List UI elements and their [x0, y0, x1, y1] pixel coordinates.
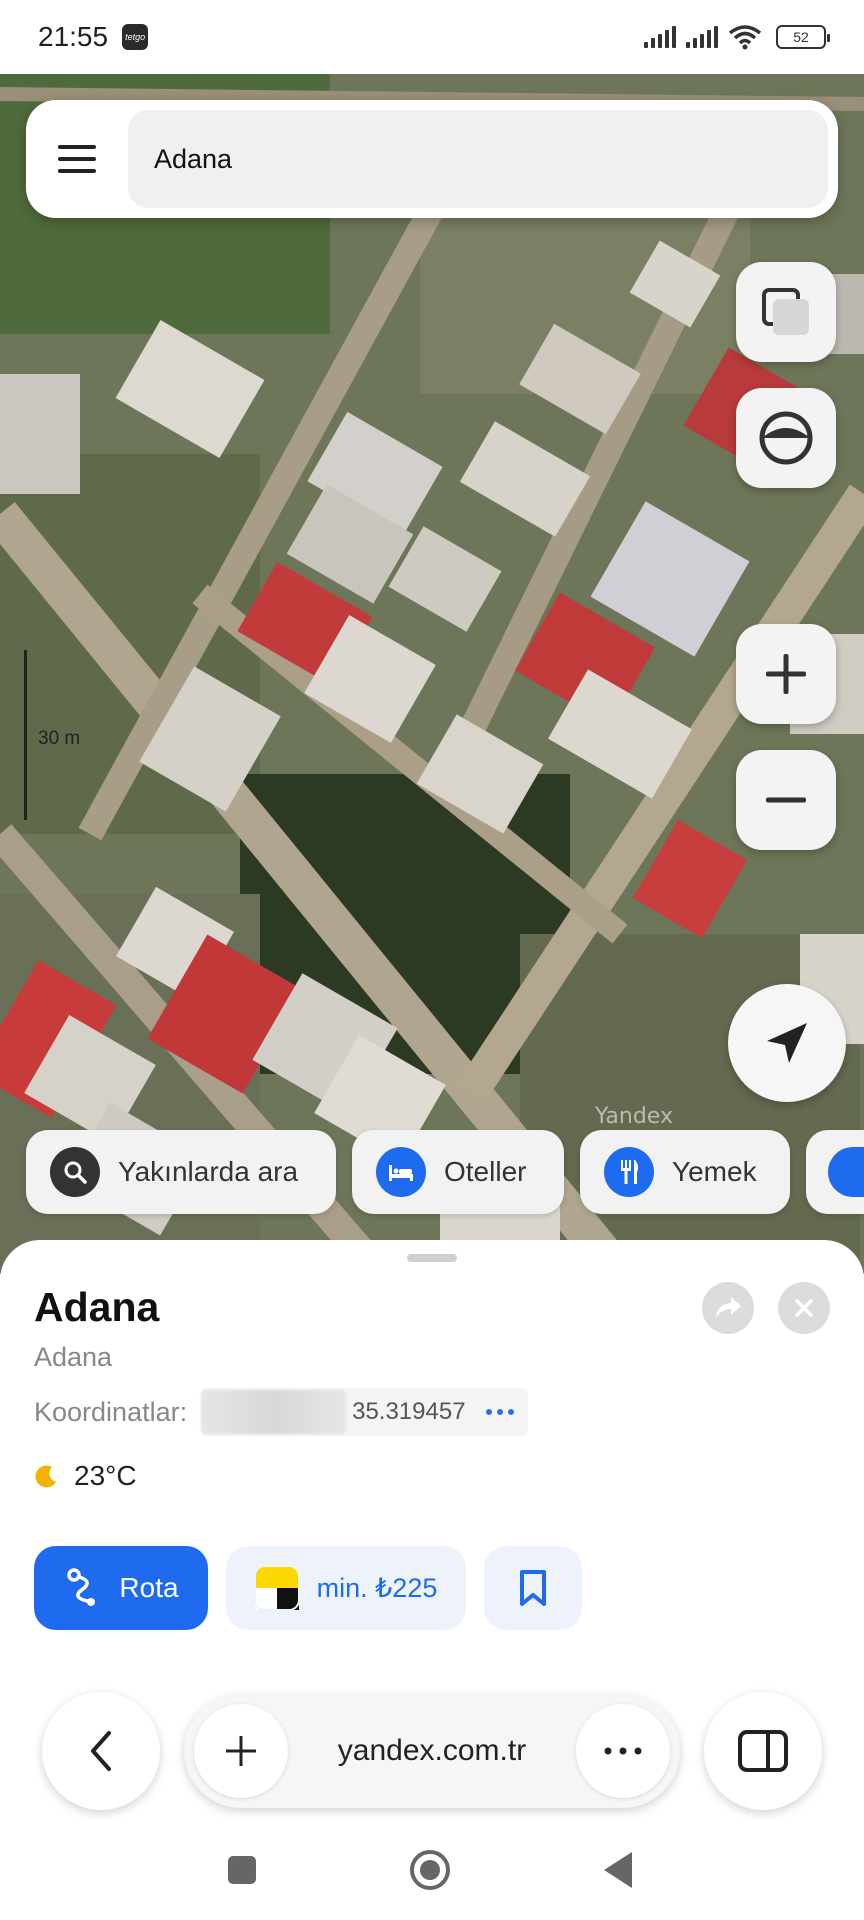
category-chips: Yakınlarda ara Oteller Yemek	[26, 1130, 864, 1214]
more-dots-icon[interactable]	[470, 1409, 528, 1415]
battery-icon: 52	[776, 25, 830, 49]
bookmark-button[interactable]	[484, 1546, 582, 1630]
action-buttons: Rota min. ₺225	[34, 1546, 582, 1630]
wifi-icon	[728, 25, 762, 50]
chip-nearby-search[interactable]: Yakınlarda ara	[26, 1130, 336, 1214]
share-icon	[716, 1297, 741, 1318]
sheet-grabber[interactable]	[407, 1254, 457, 1262]
search-input-value: Adana	[154, 143, 233, 174]
route-label: Rota	[119, 1572, 179, 1603]
cellular-signal-icon	[644, 26, 676, 48]
browser-tabs-button[interactable]	[704, 1692, 822, 1810]
browser-url[interactable]: yandex.com.tr	[288, 1734, 576, 1768]
share-button[interactable]	[702, 1282, 754, 1334]
panorama-button[interactable]	[736, 388, 836, 488]
browser-toolbar: yandex.com.tr	[0, 1688, 864, 1818]
fork-knife-icon	[604, 1147, 654, 1197]
bookmark-icon	[520, 1570, 546, 1606]
layers-icon	[762, 288, 809, 335]
taxi-button[interactable]: min. ₺225	[226, 1546, 466, 1630]
status-time: 21:55	[38, 21, 109, 52]
search-input[interactable]: Adana	[128, 110, 828, 208]
browser-back-button[interactable]	[42, 1692, 160, 1810]
panorama-icon	[759, 411, 813, 465]
moon-icon	[35, 1465, 56, 1488]
cellular-signal-2-icon	[686, 26, 718, 48]
tabs-icon	[738, 1730, 788, 1772]
address-bar[interactable]: yandex.com.tr	[184, 1694, 680, 1808]
zoom-out-button[interactable]	[736, 750, 836, 850]
navigation-arrow-icon	[767, 1023, 807, 1063]
minus-icon	[766, 797, 806, 803]
weather: 23°C	[34, 1460, 137, 1492]
satellite-imagery	[0, 74, 864, 1274]
place-card-sheet: Adana Adana Koordinatlar: 35.319457 23°C…	[0, 1240, 864, 1920]
route-button[interactable]: Rota	[34, 1546, 208, 1630]
scale-label: 30 m	[38, 728, 81, 749]
place-title: Adana	[34, 1284, 160, 1330]
route-icon	[67, 1568, 96, 1606]
close-icon	[795, 1299, 813, 1317]
map-watermark: Yandex	[595, 1104, 673, 1129]
place-subtitle: Adana	[34, 1342, 113, 1372]
bed-icon	[376, 1147, 426, 1197]
search-icon	[50, 1147, 100, 1197]
taxi-icon	[254, 1566, 299, 1610]
layers-button[interactable]	[736, 262, 836, 362]
coordinates-box[interactable]: 35.319457	[201, 1388, 528, 1436]
zoom-in-button[interactable]	[736, 624, 836, 724]
close-button[interactable]	[778, 1282, 830, 1334]
battery-level: 52	[793, 29, 809, 45]
plus-icon	[766, 654, 806, 694]
coordinates-row: Koordinatlar: 35.319457	[34, 1388, 528, 1436]
new-tab-button[interactable]	[194, 1704, 288, 1798]
notification-app-icon: tetgo	[122, 24, 149, 50]
coordinates-label: Koordinatlar:	[34, 1396, 188, 1427]
status-indicators: 52	[644, 24, 830, 50]
search-card: Adana	[26, 100, 838, 218]
menu-icon[interactable]	[26, 100, 128, 218]
coordinates-redacted	[201, 1390, 347, 1434]
recents-icon[interactable]	[228, 1856, 256, 1884]
chip-hotels[interactable]: Oteller	[352, 1130, 564, 1214]
coordinates-value: 35.319457	[352, 1398, 466, 1425]
chip-label: Yemek	[672, 1156, 757, 1187]
scale-bar	[24, 650, 27, 820]
map-view[interactable]	[0, 74, 864, 1274]
chip-food[interactable]: Yemek	[580, 1130, 790, 1214]
chevron-left-icon	[91, 1731, 111, 1771]
chip-label: Oteller	[444, 1156, 527, 1187]
chip-more[interactable]	[806, 1130, 864, 1214]
plus-icon	[226, 1736, 256, 1766]
locate-me-button[interactable]	[728, 984, 846, 1102]
home-icon[interactable]	[410, 1850, 450, 1890]
back-icon[interactable]	[604, 1852, 632, 1888]
system-nav-bar	[0, 1820, 864, 1920]
more-horizontal-icon	[604, 1747, 642, 1755]
status-bar: 21:55 tetgo 52	[0, 0, 864, 74]
temperature: 23°C	[74, 1460, 137, 1491]
taxi-price: min. ₺225	[316, 1572, 438, 1603]
browser-menu-button[interactable]	[576, 1704, 670, 1798]
chip-label: Yakınlarda ara	[118, 1156, 299, 1187]
category-icon	[828, 1147, 864, 1197]
